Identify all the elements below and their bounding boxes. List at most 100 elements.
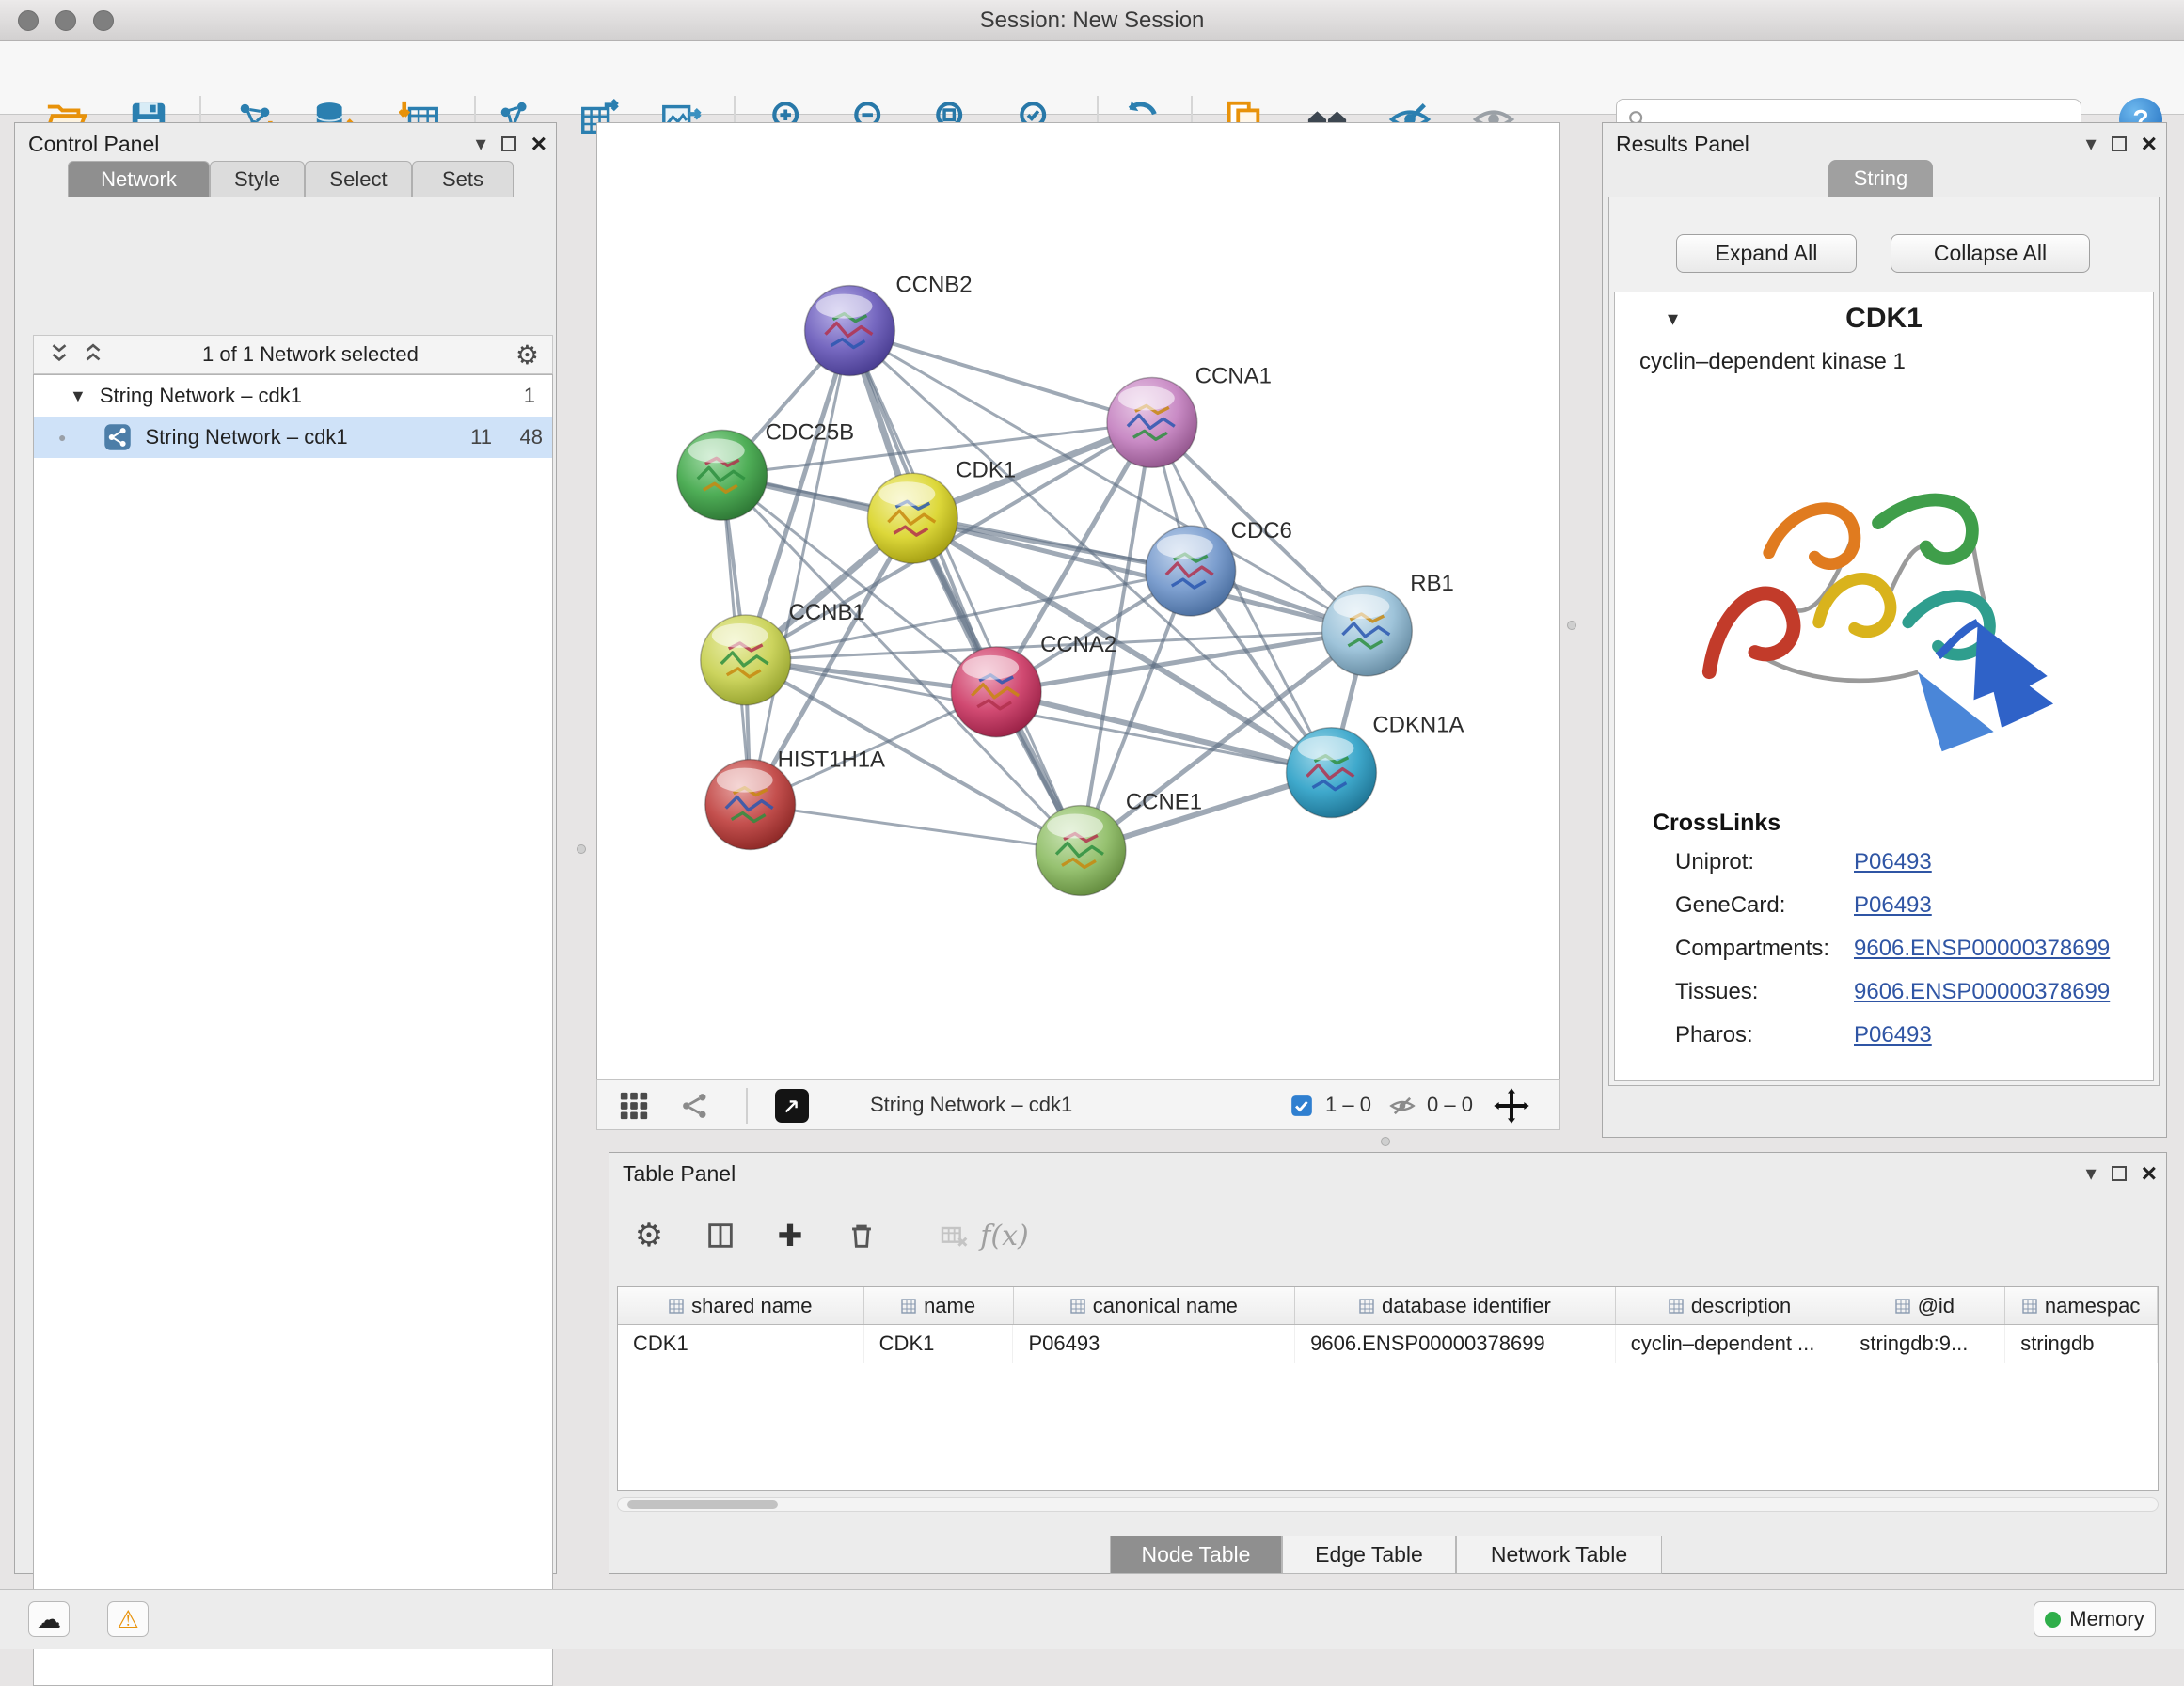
node-CCNB1[interactable]	[701, 615, 791, 705]
column-header-canonical-name[interactable]: canonical name	[1014, 1287, 1296, 1324]
sphere-gloss-highlight	[717, 768, 773, 793]
edge-CCNB2-HIST1H1A[interactable]	[751, 331, 850, 805]
edge-CCNB2-CCNA1[interactable]	[849, 331, 1151, 423]
crosslink-label: Tissues:	[1675, 979, 1854, 1005]
selected-nodes-checkbox-icon[interactable]	[1290, 1094, 1314, 1118]
crosslink-link[interactable]: 9606.ENSP00000378699	[1854, 936, 2110, 962]
expand-all-button[interactable]: Expand All	[1676, 234, 1857, 273]
memory-button[interactable]: Memory	[2034, 1601, 2156, 1637]
sphere-gloss-highlight	[712, 623, 768, 648]
gene-header[interactable]: ▾ CDK1	[1615, 292, 2153, 345]
edge-CCNA2-CDKN1A[interactable]	[996, 692, 1331, 773]
cloud-button[interactable]: ☁	[28, 1601, 70, 1637]
table-gear-icon[interactable]: ⚙	[628, 1215, 670, 1256]
collapse-all-button[interactable]: Collapse All	[1891, 234, 2090, 273]
network-graph[interactable]: CCNB2CCNA1CDC25BCDK1CDC6RB1CCNB1CCNA2CDK…	[597, 123, 1559, 1079]
panel-maximize-icon[interactable]	[2112, 136, 2127, 151]
node-label: CCNB1	[789, 600, 865, 625]
node-CCNA2[interactable]	[951, 647, 1041, 737]
column-header-description[interactable]: description	[1616, 1287, 1845, 1324]
table-clear-icon	[933, 1215, 974, 1256]
memory-status-dot	[2045, 1612, 2061, 1628]
network-collection-label: String Network – cdk1	[100, 384, 302, 408]
table-delete-icon[interactable]	[841, 1215, 882, 1256]
panel-close-icon[interactable]: ×	[2142, 1160, 2157, 1187]
node-RB1[interactable]	[1321, 586, 1412, 676]
panel-close-icon[interactable]: ×	[2142, 131, 2157, 157]
panel-float-icon[interactable]: ▾	[476, 134, 486, 154]
table-body: CDK1CDK1P064939606.ENSP00000378699cyclin…	[618, 1325, 2158, 1363]
splitter-handle[interactable]	[1567, 621, 1576, 630]
tab-network[interactable]: Network	[68, 161, 210, 197]
table-add-icon[interactable]: ✚	[769, 1215, 811, 1256]
crosslink-link[interactable]: 9606.ENSP00000378699	[1854, 979, 2110, 1005]
crosslink-link[interactable]: P06493	[1854, 892, 1932, 919]
tab-style[interactable]: Style	[210, 161, 305, 197]
tab-select[interactable]: Select	[305, 161, 412, 197]
network-view[interactable]: CCNB2CCNA1CDC25BCDK1CDC6RB1CCNB1CCNA2CDK…	[596, 122, 1560, 1079]
collapse-all-icon[interactable]	[47, 342, 71, 367]
crosslink-row: Pharos:P06493	[1675, 1022, 1932, 1048]
panel-float-icon[interactable]: ▾	[2086, 134, 2097, 154]
node-CCNA1[interactable]	[1107, 377, 1197, 467]
panel-maximize-icon[interactable]	[2112, 1166, 2127, 1181]
section-collapse-icon[interactable]: ▾	[1668, 307, 1678, 331]
gene-symbol: CDK1	[1845, 303, 1923, 335]
titlebar: Session: New Session	[0, 0, 2184, 41]
crosslink-label: Uniprot:	[1675, 849, 1854, 875]
tree-row[interactable]: ▼String Network – cdk11	[34, 375, 552, 417]
node-CDC25B[interactable]	[677, 430, 768, 520]
grid-view-icon[interactable]	[618, 1090, 650, 1122]
table-row[interactable]: CDK1CDK1P064939606.ENSP00000378699cyclin…	[618, 1325, 2158, 1363]
birds-eye-view-icon[interactable]	[775, 1089, 809, 1123]
sphere-gloss-highlight	[1118, 386, 1175, 410]
table-header-row: shared namenamecanonical namedatabase id…	[618, 1287, 2158, 1325]
node-CCNB2[interactable]	[805, 286, 895, 376]
node-CDKN1A[interactable]	[1287, 728, 1377, 818]
gear-icon[interactable]: ⚙	[515, 339, 539, 370]
network-selection-row: 1 of 1 Network selected ⚙	[33, 335, 553, 374]
table-horizontal-scrollbar[interactable]	[617, 1497, 2159, 1512]
panel-maximize-icon[interactable]	[501, 136, 516, 151]
table-cell: 9606.ENSP00000378699	[1295, 1325, 1616, 1363]
column-header-shared-name[interactable]: shared name	[618, 1287, 864, 1324]
table-columns-icon[interactable]	[700, 1215, 741, 1256]
column-header-name[interactable]: name	[864, 1287, 1014, 1324]
column-header--id[interactable]: @id	[1844, 1287, 2005, 1324]
tab-node-table[interactable]: Node Table	[1110, 1536, 1282, 1574]
pan-crosshair-icon[interactable]	[1493, 1087, 1530, 1125]
hidden-items-eye-icon[interactable]	[1389, 1093, 1416, 1119]
sphere-gloss-highlight	[962, 655, 1019, 680]
splitter-handle[interactable]	[1381, 1137, 1390, 1146]
node-label: CCNE1	[1126, 790, 1202, 815]
scrollbar-thumb[interactable]	[627, 1500, 778, 1509]
network-share-icon[interactable]	[679, 1090, 711, 1122]
window-title: Session: New Session	[0, 8, 2184, 34]
node-CCNE1[interactable]	[1036, 806, 1126, 896]
crosslink-link[interactable]: P06493	[1854, 1022, 1932, 1048]
tab-sets[interactable]: Sets	[412, 161, 514, 197]
tab-network-table[interactable]: Network Table	[1456, 1536, 1662, 1574]
column-header-namespac[interactable]: namespac	[2005, 1287, 2158, 1324]
table-cell: stringdb:9...	[1844, 1325, 2005, 1363]
node-table: shared namenamecanonical namedatabase id…	[617, 1286, 2159, 1491]
node-CDC6[interactable]	[1146, 526, 1236, 616]
tree-row[interactable]: ●String Network – cdk11148	[34, 417, 552, 458]
crosslink-row: Compartments:9606.ENSP00000378699	[1675, 936, 2110, 962]
node-CDK1[interactable]	[867, 473, 957, 563]
crosslink-link[interactable]: P06493	[1854, 849, 1932, 875]
results-panel-title: Results Panel	[1616, 132, 1749, 157]
tab-string[interactable]: String	[1828, 160, 1933, 197]
node-HIST1H1A[interactable]	[705, 760, 796, 850]
panel-float-icon[interactable]: ▾	[2086, 1163, 2097, 1184]
panel-close-icon[interactable]: ×	[531, 131, 546, 157]
column-type-icon	[901, 1299, 916, 1314]
warnings-button[interactable]: ⚠	[107, 1601, 149, 1637]
tab-edge-table[interactable]: Edge Table	[1282, 1536, 1456, 1574]
disclosure-triangle-icon[interactable]: ▼	[70, 386, 87, 406]
warning-icon: ⚠	[117, 1605, 138, 1634]
column-header-database-identifier[interactable]: database identifier	[1295, 1287, 1616, 1324]
splitter-handle[interactable]	[577, 844, 586, 854]
expand-all-icon[interactable]	[81, 342, 105, 367]
edge-HIST1H1A-CCNE1[interactable]	[751, 805, 1081, 851]
